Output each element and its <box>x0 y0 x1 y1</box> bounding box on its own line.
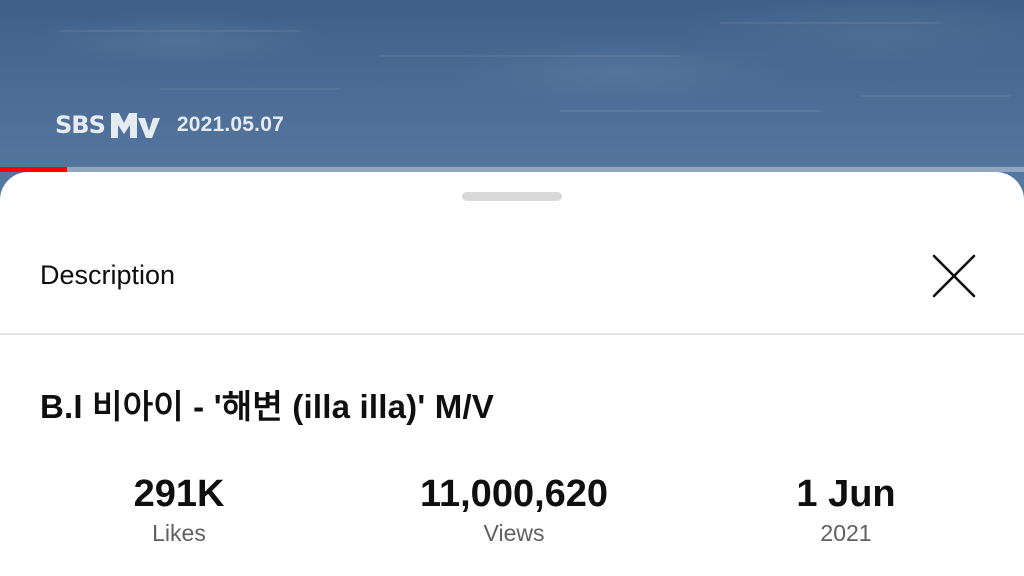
water-ripple <box>380 55 680 57</box>
video-player[interactable]: SBS 2021.05.07 <box>0 0 1024 200</box>
drag-handle[interactable] <box>462 192 562 201</box>
water-ripple <box>720 22 940 24</box>
likes-count: 291K <box>133 473 225 515</box>
close-icon <box>932 254 976 298</box>
description-sheet: Description B.I 비아이 - '해변 (illa illa)' M… <box>0 172 1024 576</box>
upload-date: 1 Jun <box>796 473 896 515</box>
mtv-logo-icon <box>110 113 160 138</box>
stat-date: 1 Jun 2021 <box>696 472 996 547</box>
video-stats: 291K Likes 11,000,620 Views 1 Jun 2021 <box>0 472 1024 572</box>
header-divider <box>0 333 1024 335</box>
close-button[interactable] <box>924 246 984 306</box>
watermark-date: 2021.05.07 <box>176 113 284 136</box>
views-count: 11,000,620 <box>419 473 609 515</box>
water-ripple <box>860 95 1010 97</box>
channel-watermark: SBS 2021.05.07 <box>55 110 284 140</box>
water-ripple <box>60 30 300 32</box>
sbs-mtv-logo: SBS <box>55 110 163 140</box>
water-ripple <box>160 88 340 90</box>
likes-label: Likes <box>152 520 206 546</box>
upload-year: 2021 <box>820 520 872 546</box>
stat-views: 11,000,620 Views <box>364 472 664 547</box>
water-ripple <box>560 110 820 112</box>
sheet-title: Description <box>40 260 176 290</box>
stat-likes: 291K Likes <box>29 472 329 547</box>
video-title: B.I 비아이 - '해변 (illa illa)' M/V <box>40 388 495 425</box>
views-label: Views <box>483 520 545 546</box>
